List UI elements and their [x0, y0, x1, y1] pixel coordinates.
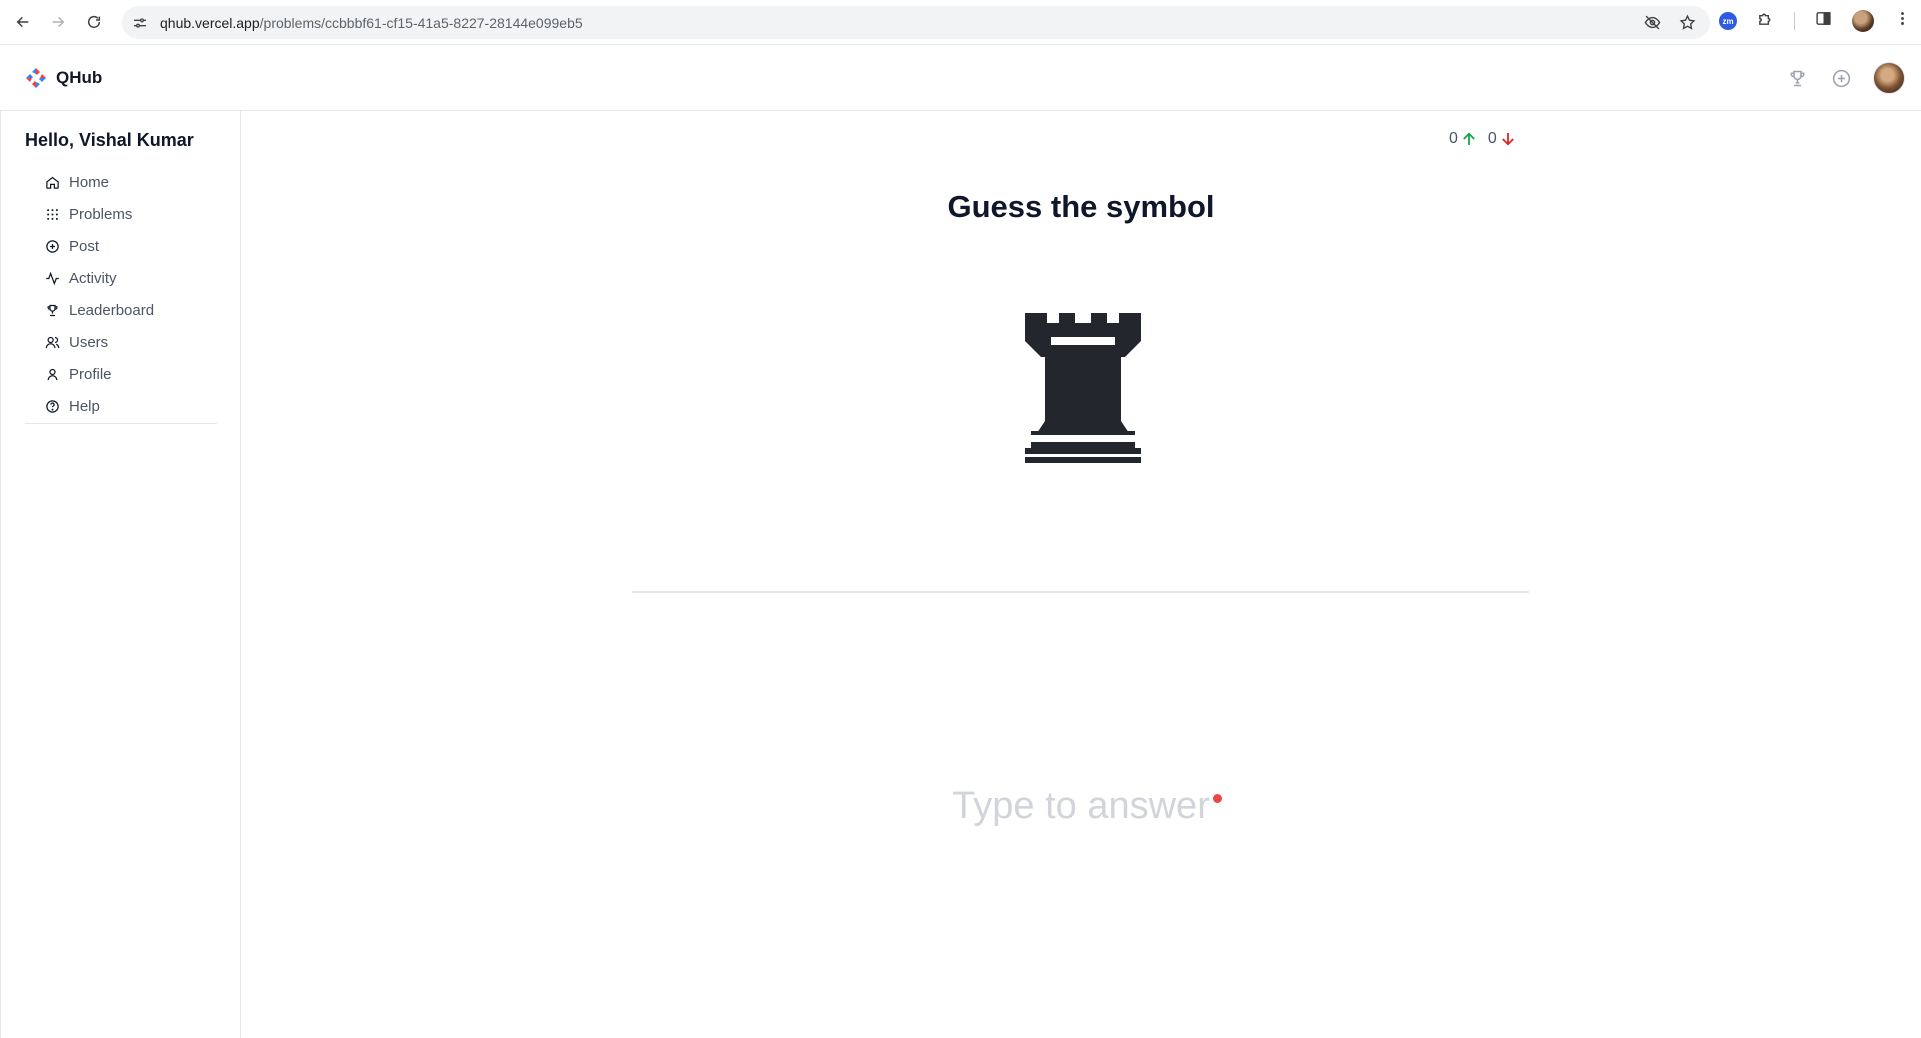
upvote-button[interactable]: 0 [1449, 130, 1478, 148]
toolbar-separator [1794, 12, 1795, 30]
sidebar-item-label: Home [69, 173, 110, 191]
sidebar: Hello, Vishal Kumar Home Problems Post A… [0, 111, 241, 1038]
sidebar-item-activity[interactable]: Activity [45, 262, 215, 294]
upvote-count: 0 [1449, 130, 1458, 147]
zoom-extension-icon[interactable]: zm [1719, 12, 1737, 30]
site-info-icon[interactable] [132, 15, 148, 31]
plus-circle-icon [46, 239, 59, 253]
eye-off-icon[interactable] [1644, 14, 1661, 36]
app-logo[interactable]: QHub [24, 66, 102, 90]
greeting: Hello, Vishal Kumar [25, 130, 194, 150]
sidebar-item-problems[interactable]: Problems [45, 198, 215, 230]
vote-counter: 0 0 [1449, 130, 1517, 148]
sidebar-item-label: Post [69, 237, 100, 255]
answer-area [241, 785, 1921, 828]
sidebar-item-home[interactable]: Home [45, 166, 215, 198]
sidebar-item-label: Profile [69, 365, 112, 383]
sidebar-item-label: Help [69, 397, 100, 415]
problem-main: 0 0 Guess the symbol [241, 111, 1921, 1038]
arrow-down-icon [1501, 133, 1514, 146]
grid-icon [47, 208, 58, 220]
required-indicator [1213, 794, 1222, 803]
sidebar-nav: Home Problems Post Activity Leaderboard … [45, 166, 215, 422]
sidebar-item-label: Problems [69, 205, 133, 223]
extensions-puzzle-icon[interactable] [1757, 10, 1774, 32]
browser-menu-icon[interactable] [1894, 10, 1911, 32]
forward-icon[interactable] [45, 9, 71, 35]
app-header: QHub [0, 46, 1921, 111]
app-name: QHub [56, 68, 103, 87]
answer-input[interactable] [931, 785, 1231, 828]
arrow-up-icon [1463, 132, 1475, 145]
reload-icon[interactable] [81, 9, 107, 35]
downvote-count: 0 [1487, 130, 1497, 147]
trophy-icon [47, 304, 58, 316]
add-post-icon[interactable] [1829, 66, 1853, 90]
address-bar[interactable]: qhub.vercel.app/problems/ccbbbf61-cf15-4… [122, 6, 1710, 39]
back-icon[interactable] [10, 9, 36, 35]
rook-icon [1018, 308, 1148, 468]
activity-icon [46, 271, 59, 285]
content-divider [632, 591, 1529, 593]
help-circle-icon [46, 399, 59, 413]
users-icon [45, 336, 60, 348]
bookmark-star-icon[interactable] [1679, 14, 1696, 36]
side-panel-icon[interactable] [1815, 10, 1832, 32]
sidebar-item-label: Activity [69, 269, 117, 287]
sidebar-item-label: Leaderboard [69, 301, 155, 319]
leaderboard-trophy-icon[interactable] [1785, 66, 1809, 90]
sidebar-divider [25, 423, 217, 424]
browser-toolbar: qhub.vercel.app/problems/ccbbbf61-cf15-4… [0, 0, 1921, 45]
browser-profile-avatar[interactable] [1852, 10, 1874, 32]
sidebar-item-leaderboard[interactable]: Leaderboard [45, 294, 215, 326]
sidebar-item-label: Users [69, 333, 109, 351]
user-icon [47, 368, 58, 380]
sidebar-item-users[interactable]: Users [45, 326, 215, 358]
downvote-button[interactable]: 0 [1488, 130, 1517, 148]
home-icon [46, 176, 59, 189]
qhub-logo-icon [26, 68, 46, 88]
sidebar-item-profile[interactable]: Profile [45, 358, 215, 390]
sidebar-item-help[interactable]: Help [45, 390, 215, 422]
sidebar-item-post[interactable]: Post [45, 230, 215, 262]
user-avatar[interactable] [1873, 62, 1905, 94]
url-text: qhub.vercel.app/problems/ccbbbf61-cf15-4… [160, 14, 583, 31]
problem-title: Guess the symbol [947, 189, 1215, 224]
